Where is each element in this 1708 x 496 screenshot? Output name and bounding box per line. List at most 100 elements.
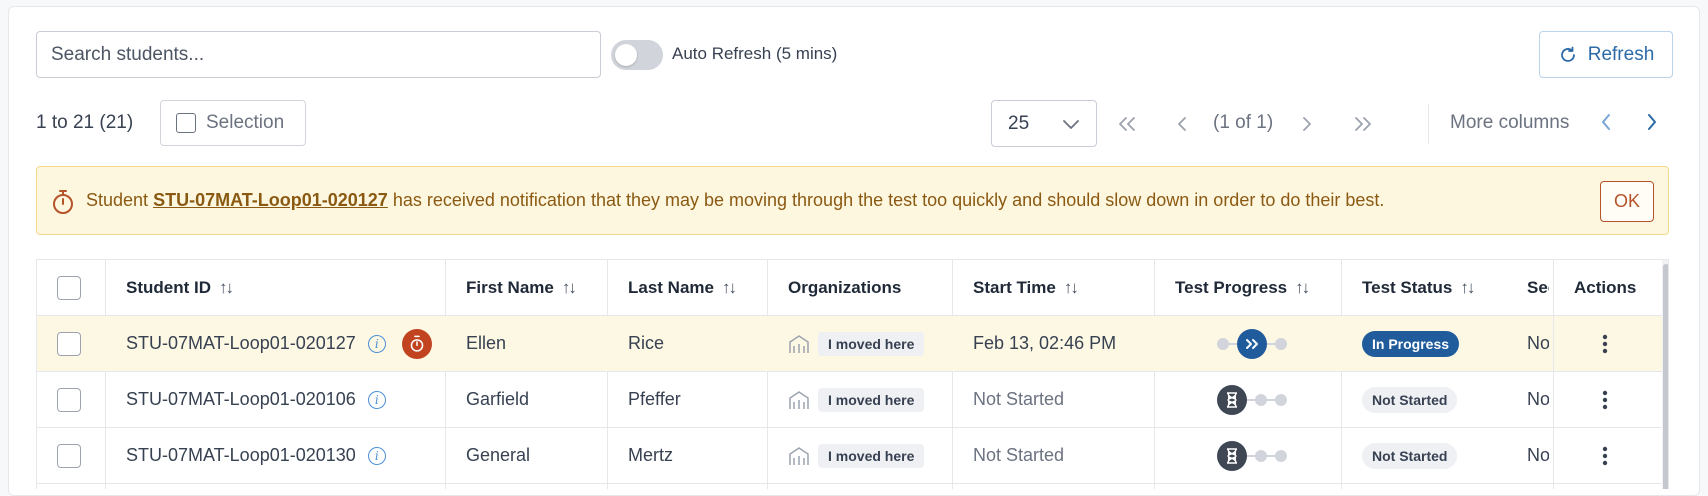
progress-connector	[1247, 398, 1255, 401]
prev-page-button[interactable]	[1176, 100, 1188, 147]
header-last-name[interactable]: Last Name ↑↓	[628, 260, 767, 315]
sort-icon: ↑↓	[1295, 277, 1310, 297]
row-checkbox[interactable]	[57, 443, 81, 468]
auto-refresh-toggle[interactable]	[611, 40, 663, 70]
more-columns-label: More columns	[1450, 112, 1570, 133]
first-name-cell: Ellen	[466, 333, 507, 353]
row-select-cell	[57, 372, 87, 427]
search-input[interactable]	[36, 31, 601, 78]
row-select-cell	[57, 428, 87, 483]
table-row[interactable]: STU-07MAT-Loop01-020106 i Garfield Pfeff…	[37, 372, 1662, 428]
header-test-progress[interactable]: Test Progress ↑↓	[1175, 260, 1341, 315]
info-icon[interactable]: i	[367, 390, 386, 409]
chevron-right-icon	[1303, 116, 1311, 131]
page-size-select[interactable]: 25	[991, 100, 1097, 147]
actions-col-divider	[1553, 260, 1554, 489]
progress-dot	[1275, 393, 1287, 406]
header-first-name[interactable]: First Name ↑↓	[466, 260, 606, 315]
students-table: Student ID ↑↓ First Name ↑↓ Last Name ↑↓ Or…	[36, 259, 1669, 489]
header-sec-label: Sec	[1527, 277, 1549, 297]
test-status-cell: Not Started	[1362, 372, 1522, 427]
sec-cell: Nor	[1527, 333, 1549, 353]
header-test-status-label: Test Status	[1362, 277, 1453, 297]
first-page-button[interactable]	[1116, 100, 1138, 147]
student-id-cell: STU-07MAT-Loop01-020106 i	[126, 372, 444, 427]
table-header-row: Student ID ↑↓ First Name ↑↓ Last Name ↑↓ Or…	[37, 260, 1662, 316]
header-start-time[interactable]: Start Time ↑↓	[973, 260, 1153, 315]
progress-track	[1217, 440, 1287, 471]
row-actions-menu[interactable]	[1602, 428, 1632, 483]
row-actions-menu[interactable]	[1602, 372, 1632, 427]
scrollbar-thumb[interactable]	[1663, 264, 1668, 489]
page-indicator: (1 of 1)	[1213, 112, 1274, 133]
banner-prefix: Student	[86, 190, 149, 210]
row-select-cell	[57, 316, 87, 371]
header-organizations-label: Organizations	[788, 277, 902, 297]
sec-cell: Nor	[1527, 445, 1549, 465]
test-progress-cell	[1217, 372, 1317, 427]
pace-warning-banner: Student STU-07MAT-Loop01-020127 has rece…	[36, 166, 1669, 235]
fast-forward-icon	[1237, 328, 1267, 359]
selection-toggle-button[interactable]: Selection	[160, 100, 306, 146]
dismiss-ok-button[interactable]: OK	[1600, 181, 1654, 222]
sort-icon: ↑↓	[561, 277, 577, 297]
progress-connector	[1267, 342, 1275, 345]
organization-tag: I moved here	[818, 443, 925, 468]
row-actions-menu[interactable]	[1602, 316, 1632, 371]
last-page-button[interactable]	[1352, 100, 1374, 147]
progress-dot	[1217, 337, 1229, 350]
header-test-status[interactable]: Test Status ↑↓	[1362, 260, 1522, 315]
row-checkbox[interactable]	[57, 331, 81, 356]
test-progress-cell	[1217, 316, 1317, 371]
header-organizations: Organizations	[788, 260, 948, 315]
student-id: STU-07MAT-Loop01-020127	[126, 333, 356, 353]
header-last-name-label: Last Name	[628, 277, 714, 297]
sort-icon: ↑↓	[1460, 277, 1475, 297]
refresh-label: Refresh	[1587, 43, 1655, 65]
header-test-progress-label: Test Progress	[1175, 277, 1288, 297]
progress-dot	[1255, 449, 1267, 462]
kebab-icon	[1602, 334, 1608, 353]
select-all-checkbox[interactable]	[57, 275, 81, 300]
refresh-button[interactable]: Refresh	[1539, 31, 1673, 78]
header-student-id[interactable]: Student ID ↑↓	[126, 260, 426, 315]
info-icon[interactable]: i	[367, 334, 386, 353]
columns-prev-button[interactable]	[1599, 112, 1613, 138]
kebab-icon	[1602, 390, 1608, 409]
columns-next-button[interactable]	[1645, 112, 1659, 138]
row-checkbox[interactable]	[57, 387, 81, 412]
building-icon	[789, 334, 809, 353]
toggle-knob	[615, 44, 637, 66]
organization-cell: I moved here	[788, 316, 950, 371]
kebab-icon	[1602, 446, 1608, 465]
header-first-name-label: First Name	[466, 277, 554, 297]
header-actions-label: Actions	[1574, 277, 1637, 297]
progress-connector	[1267, 398, 1275, 401]
sort-icon: ↑↓	[721, 277, 737, 297]
next-page-button[interactable]	[1301, 100, 1313, 147]
header-start-time-label: Start Time	[973, 277, 1056, 297]
status-badge: In Progress	[1362, 330, 1460, 357]
chevrons-right-icon	[1355, 116, 1371, 131]
chevron-right-icon	[1648, 114, 1656, 130]
stopwatch-alert-icon[interactable]	[401, 328, 432, 359]
result-range: 1 to 21 (21)	[36, 112, 134, 133]
start-time-cell: Feb 13, 02:46 PM	[973, 333, 1117, 353]
chevrons-left-icon	[1119, 116, 1135, 131]
table-scrollbar[interactable]	[1662, 260, 1668, 489]
student-id: STU-07MAT-Loop01-020106	[126, 389, 356, 409]
selection-checkbox	[176, 113, 196, 133]
table-row[interactable]: STU-07MAT-Loop01-020130 i General Mertz …	[37, 428, 1662, 484]
info-icon[interactable]: i	[367, 446, 386, 465]
table-row[interactable]: STU-07MAT-Loop01-020127 i Ellen Rice I m…	[37, 316, 1662, 372]
test-progress-cell	[1217, 428, 1317, 483]
header-sec[interactable]: Sec	[1527, 260, 1549, 315]
student-id: STU-07MAT-Loop01-020130	[126, 445, 356, 465]
banner-body: has received notification that they may …	[392, 190, 1385, 210]
banner-student-link[interactable]: STU-07MAT-Loop01-020127	[153, 190, 388, 210]
progress-dot	[1275, 449, 1287, 462]
organization-cell: I moved here	[788, 372, 950, 427]
chevron-left-icon	[1178, 116, 1186, 131]
status-badge: Not Started	[1362, 442, 1458, 469]
sort-icon: ↑↓	[1063, 277, 1079, 297]
